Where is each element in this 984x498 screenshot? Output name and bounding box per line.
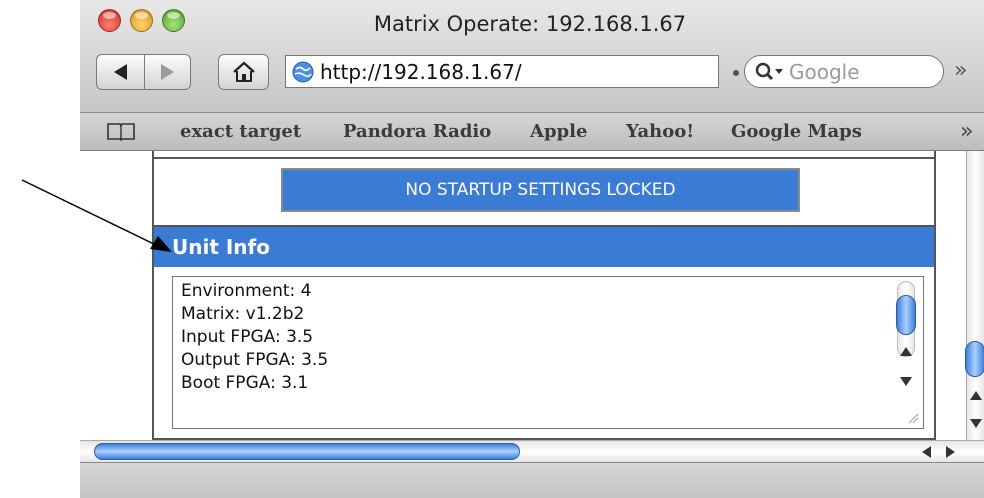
scrollbar-thumb[interactable] <box>965 341 984 377</box>
minimize-window-button[interactable] <box>130 9 153 32</box>
close-window-button[interactable] <box>98 9 121 32</box>
panel: NO STARTUP SETTINGS LOCKED Unit Info Env… <box>152 151 936 440</box>
info-line: Matrix: v1.2b2 <box>181 304 305 324</box>
info-line: Input FPGA: 3.5 <box>181 327 314 347</box>
bookmark-item[interactable]: Apple <box>530 121 587 142</box>
bookmarks-overflow-chevron-icon[interactable]: » <box>960 119 974 144</box>
reload-indicator-icon[interactable] <box>733 70 739 76</box>
bookmarks-book-icon[interactable] <box>106 121 136 141</box>
page-vertical-scrollbar[interactable] <box>965 151 984 440</box>
scroll-left-arrow-icon[interactable] <box>922 446 931 458</box>
page-content: NO STARTUP SETTINGS LOCKED Unit Info Env… <box>80 151 966 440</box>
resize-grip-icon[interactable] <box>907 412 919 424</box>
status-bar <box>80 462 984 498</box>
toolbar-overflow-chevron-icon[interactable]: » <box>954 58 968 83</box>
scroll-up-arrow-icon[interactable] <box>900 347 912 356</box>
browser-window: Matrix Operate: 192.168.1.67 http://192.… <box>80 0 984 498</box>
home-icon <box>232 61 255 82</box>
back-button[interactable] <box>96 54 145 90</box>
zoom-window-button[interactable] <box>162 9 185 32</box>
window-title: Matrix Operate: 192.168.1.67 <box>373 12 687 36</box>
startup-lock-banner[interactable]: NO STARTUP SETTINGS LOCKED <box>281 168 800 212</box>
textarea-scrollbar[interactable] <box>894 281 918 401</box>
divider <box>154 157 934 159</box>
globe-icon <box>292 61 314 82</box>
scroll-down-arrow-icon[interactable] <box>970 419 982 428</box>
address-bar[interactable]: http://192.168.1.67/ <box>285 55 719 88</box>
search-placeholder: Google <box>789 59 860 84</box>
page-horizontal-scrollbar[interactable] <box>80 440 984 462</box>
info-line: Boot FPGA: 3.1 <box>181 373 309 393</box>
bookmarks-bar: exact target Pandora Radio Apple Yahoo! … <box>80 113 984 151</box>
bookmark-item[interactable]: exact target <box>180 121 301 142</box>
bookmark-item[interactable]: Google Maps <box>731 121 862 142</box>
info-line: Environment: 4 <box>181 281 312 301</box>
back-arrow-icon <box>114 64 127 80</box>
scrollbar-thumb[interactable] <box>94 443 520 460</box>
search-icon <box>755 62 783 80</box>
unit-info-title: Unit Info <box>172 235 270 259</box>
scroll-down-arrow-icon[interactable] <box>900 377 912 386</box>
forward-button[interactable] <box>144 54 191 90</box>
url-text: http://192.168.1.67/ <box>320 59 522 84</box>
unit-info-textarea[interactable]: Environment: 4 Matrix: v1.2b2 Input FPGA… <box>172 276 924 429</box>
search-field[interactable]: Google <box>744 55 944 88</box>
forward-arrow-icon <box>161 64 174 80</box>
bookmark-item[interactable]: Pandora Radio <box>343 121 491 142</box>
scrollbar-thumb[interactable] <box>896 295 916 335</box>
scroll-up-arrow-icon[interactable] <box>970 391 982 400</box>
bookmark-item[interactable]: Yahoo! <box>626 121 694 142</box>
info-line: Output FPGA: 3.5 <box>181 350 329 370</box>
unit-info-header: Unit Info <box>154 225 934 267</box>
scroll-right-arrow-icon[interactable] <box>946 446 955 458</box>
home-button[interactable] <box>218 54 269 90</box>
title-toolbar-area: Matrix Operate: 192.168.1.67 http://192.… <box>80 0 984 113</box>
